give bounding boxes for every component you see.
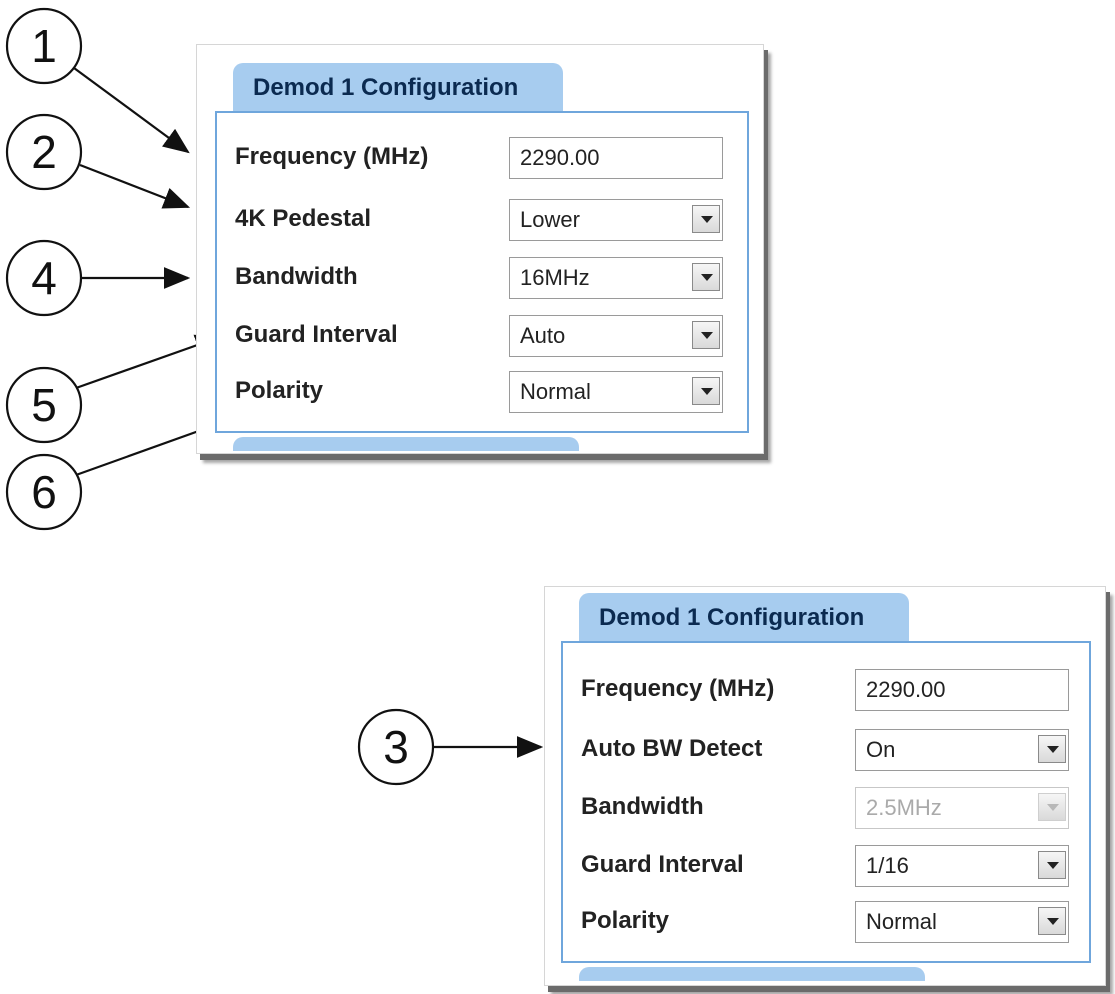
chevron-down-icon[interactable] bbox=[1038, 851, 1066, 879]
demod-config-panel: Frequency (MHz) 2290.00 4K Pedestal Lowe… bbox=[215, 111, 749, 433]
frequency-label: Frequency (MHz) bbox=[581, 675, 775, 702]
frequency-label: Frequency (MHz) bbox=[235, 143, 429, 170]
guard-interval-value: Auto bbox=[520, 323, 566, 348]
chevron-down-icon[interactable] bbox=[692, 321, 720, 349]
pedestal-label: 4K Pedestal bbox=[235, 205, 372, 232]
auto-bw-detect-label: Auto BW Detect bbox=[581, 735, 763, 762]
chevron-down-icon bbox=[1038, 793, 1066, 821]
chevron-down-icon[interactable] bbox=[692, 377, 720, 405]
guard-interval-label: Guard Interval bbox=[581, 851, 744, 878]
callout-2-leader bbox=[79, 163, 191, 209]
polarity-value: Normal bbox=[866, 909, 937, 934]
bandwidth-row: Bandwidth 16MHz bbox=[235, 257, 731, 303]
chevron-down-icon[interactable] bbox=[1038, 735, 1066, 763]
callout-5-number: 5 bbox=[31, 379, 57, 431]
callout-1-leader bbox=[73, 67, 190, 154]
guard-interval-row: Guard Interval 1/16 bbox=[581, 845, 1073, 891]
next-tab-stub bbox=[579, 967, 925, 981]
chevron-down-icon[interactable] bbox=[1038, 907, 1066, 935]
frequency-row: Frequency (MHz) 2290.00 bbox=[235, 137, 731, 183]
screenshot-excerpt-top: Demod 1 Configuration Frequency (MHz) 22… bbox=[196, 44, 764, 454]
pedestal-select[interactable]: Lower bbox=[509, 199, 723, 241]
polarity-select[interactable]: Normal bbox=[509, 371, 723, 413]
frequency-input[interactable]: 2290.00 bbox=[855, 669, 1069, 711]
demod-config-tab[interactable]: Demod 1 Configuration bbox=[233, 63, 563, 113]
bandwidth-row: Bandwidth 2.5MHz bbox=[581, 787, 1073, 833]
callout-1-number: 1 bbox=[31, 20, 57, 72]
frequency-value: 2290.00 bbox=[866, 677, 946, 702]
screenshot-excerpt-bottom: Demod 1 Configuration Frequency (MHz) 22… bbox=[544, 586, 1106, 986]
polarity-select[interactable]: Normal bbox=[855, 901, 1069, 943]
callout-4-number: 4 bbox=[31, 252, 57, 304]
polarity-row: Polarity Normal bbox=[235, 371, 731, 417]
guard-interval-select[interactable]: Auto bbox=[509, 315, 723, 357]
chevron-down-icon[interactable] bbox=[692, 205, 720, 233]
pedestal-row: 4K Pedestal Lower bbox=[235, 199, 731, 245]
bandwidth-label: Bandwidth bbox=[581, 793, 704, 820]
auto-bw-detect-value: On bbox=[866, 737, 896, 762]
bandwidth-label: Bandwidth bbox=[235, 263, 358, 290]
chevron-down-icon[interactable] bbox=[692, 263, 720, 291]
frequency-input[interactable]: 2290.00 bbox=[509, 137, 723, 179]
pedestal-value: Lower bbox=[520, 207, 580, 232]
polarity-label: Polarity bbox=[235, 377, 324, 404]
demod-config-panel: Frequency (MHz) 2290.00 Auto BW Detect O… bbox=[561, 641, 1091, 963]
guard-interval-label: Guard Interval bbox=[235, 321, 398, 348]
polarity-row: Polarity Normal bbox=[581, 901, 1073, 947]
callout-2-number: 2 bbox=[31, 126, 57, 178]
polarity-label: Polarity bbox=[581, 907, 670, 934]
frequency-row: Frequency (MHz) 2290.00 bbox=[581, 669, 1073, 715]
bandwidth-value: 16MHz bbox=[520, 265, 590, 290]
next-tab-stub bbox=[233, 437, 579, 451]
frequency-value: 2290.00 bbox=[520, 145, 600, 170]
callout-6-number: 6 bbox=[31, 466, 57, 518]
bandwidth-select-disabled: 2.5MHz bbox=[855, 787, 1069, 829]
guard-interval-value: 1/16 bbox=[866, 853, 909, 878]
bandwidth-value: 2.5MHz bbox=[866, 795, 942, 820]
polarity-value: Normal bbox=[520, 379, 591, 404]
demod-config-tab[interactable]: Demod 1 Configuration bbox=[579, 593, 909, 643]
auto-bw-detect-select[interactable]: On bbox=[855, 729, 1069, 771]
callout-3-number: 3 bbox=[383, 721, 409, 773]
guard-interval-row: Guard Interval Auto bbox=[235, 315, 731, 361]
auto-bw-detect-row: Auto BW Detect On bbox=[581, 729, 1073, 775]
bandwidth-select[interactable]: 16MHz bbox=[509, 257, 723, 299]
guard-interval-select[interactable]: 1/16 bbox=[855, 845, 1069, 887]
